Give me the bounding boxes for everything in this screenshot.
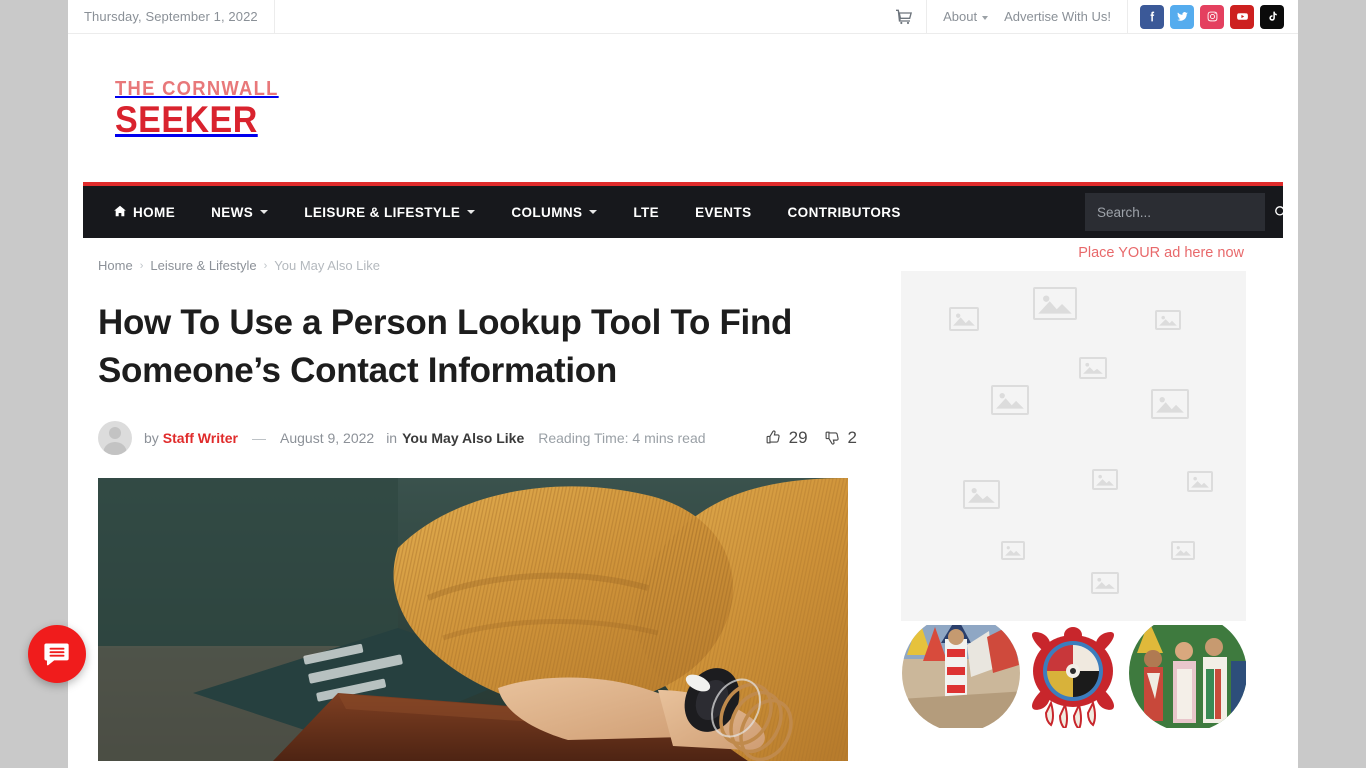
category-link[interactable]: You May Also Like <box>402 430 524 446</box>
chevron-down-icon <box>260 210 269 214</box>
nav-item-lte[interactable]: LTE <box>615 186 677 238</box>
nav-item-label: NEWS <box>211 204 254 220</box>
navigation-wrapper: HOME NEWS LEISURE & LIFESTYLE COLUMNS LT… <box>68 182 1298 238</box>
broken-image-icon <box>1187 471 1213 492</box>
broken-image-icon <box>963 480 1000 509</box>
dislike-count: 2 <box>847 427 857 447</box>
topbar-link-about[interactable]: About <box>943 9 989 24</box>
publish-date: August 9, 2022 <box>280 429 375 446</box>
main-navigation: HOME NEWS LEISURE & LIFESTYLE COLUMNS LT… <box>83 182 1287 238</box>
instagram-icon <box>1207 11 1217 22</box>
broken-image-icon <box>991 385 1029 415</box>
search-box <box>1085 193 1287 231</box>
topbar-middle <box>275 0 928 33</box>
main-column: Home › Leisure & Lifestyle › You May Als… <box>83 238 873 761</box>
ad-label: Place YOUR ad here now <box>1078 245 1244 261</box>
tiktok-icon <box>1268 11 1277 21</box>
nav-item-home[interactable]: HOME <box>83 186 193 238</box>
author-link[interactable]: Staff Writer <box>163 430 238 446</box>
byline-prefix: by <box>144 429 159 446</box>
nav-items: HOME NEWS LEISURE & LIFESTYLE COLUMNS LT… <box>83 186 919 238</box>
banner-ad-graphic <box>901 625 1246 728</box>
category-prefix: in <box>386 429 398 446</box>
sidebar: Place YOUR ad here now <box>901 238 1246 761</box>
topbar-link-label: About <box>943 9 978 24</box>
search-icon <box>1275 206 1287 218</box>
breadcrumb-item-current: You May Also Like <box>274 258 381 273</box>
current-date: Thursday, September 1, 2022 <box>68 0 275 33</box>
broken-image-icon <box>1151 389 1189 419</box>
social-tiktok[interactable] <box>1260 4 1284 29</box>
social-links <box>1128 0 1298 33</box>
page-title: How To Use a Person Lookup Tool To Find … <box>98 303 793 391</box>
social-instagram[interactable] <box>1200 4 1224 29</box>
chat-widget-button[interactable] <box>28 625 86 683</box>
breadcrumb-separator: › <box>263 259 268 272</box>
social-youtube[interactable] <box>1230 4 1254 29</box>
broken-image-icon <box>1001 541 1025 560</box>
twitter-icon <box>1176 12 1188 21</box>
logo-line-2: SEEKER <box>115 98 258 140</box>
shopping-cart-icon <box>896 9 913 24</box>
breadcrumb-separator: › <box>139 259 144 272</box>
article-meta: by Staff Writer — August 9, 2022 in You … <box>98 420 873 456</box>
breadcrumb-item-home[interactable]: Home <box>98 258 133 273</box>
site-header: THE CORNWALL SEEKER <box>68 34 1298 182</box>
search-submit-button[interactable] <box>1274 205 1288 219</box>
nav-item-label: LEISURE & LIFESTYLE <box>304 204 461 220</box>
avatar <box>98 420 132 455</box>
site-logo[interactable]: THE CORNWALL SEEKER <box>115 79 293 138</box>
broken-image-icon <box>949 307 979 331</box>
cart-link[interactable] <box>896 9 913 25</box>
social-twitter[interactable] <box>1170 4 1194 29</box>
nav-item-label: LTE <box>633 204 660 220</box>
nav-item-contributors[interactable]: CONTRIBUTORS <box>770 186 919 238</box>
social-facebook[interactable] <box>1140 4 1164 29</box>
like-count: 29 <box>788 427 808 447</box>
content-area: Home › Leisure & Lifestyle › You May Als… <box>68 238 1298 761</box>
search-input[interactable] <box>1097 204 1274 220</box>
broken-image-icon <box>1079 357 1107 379</box>
nav-item-label: EVENTS <box>695 204 752 220</box>
chat-bubble-icon <box>44 643 69 666</box>
advertisement-box[interactable] <box>901 271 1246 621</box>
topbar-link-advertise[interactable]: Advertise With Us! <box>1004 9 1111 24</box>
nav-item-columns[interactable]: COLUMNS <box>493 186 615 238</box>
nav-item-news[interactable]: NEWS <box>193 186 286 238</box>
reading-time: Reading Time: 4 mins read <box>538 429 706 446</box>
broken-image-icon <box>1033 287 1077 320</box>
broken-image-icon <box>1155 310 1181 330</box>
topbar-links: About Advertise With Us! <box>927 0 1128 33</box>
nav-item-label: CONTRIBUTORS <box>787 204 901 220</box>
dislike-button[interactable]: 2 <box>824 428 857 448</box>
thumbs-up-icon <box>766 430 780 444</box>
like-button[interactable]: 29 <box>765 428 808 448</box>
nav-item-label: HOME <box>133 204 176 220</box>
chevron-down-icon <box>589 210 598 214</box>
broken-image-icon <box>1171 541 1195 560</box>
home-icon <box>114 205 126 217</box>
logo-line-1: THE CORNWALL <box>115 77 279 100</box>
broken-image-icon <box>1092 469 1118 490</box>
thumbs-down-icon <box>825 431 839 445</box>
top-bar: Thursday, September 1, 2022 About Advert… <box>68 0 1298 34</box>
breadcrumb: Home › Leisure & Lifestyle › You May Als… <box>98 238 873 273</box>
banner-advertisement[interactable] <box>901 625 1246 728</box>
chevron-down-icon <box>467 210 476 214</box>
page-container: Thursday, September 1, 2022 About Advert… <box>68 0 1298 768</box>
meta-dash: — <box>252 429 266 446</box>
nav-item-label: COLUMNS <box>511 204 583 220</box>
topbar-link-label: Advertise With Us! <box>1004 9 1111 24</box>
chevron-down-icon <box>982 15 989 20</box>
featured-image-graphic <box>98 477 848 761</box>
youtube-icon <box>1236 13 1248 20</box>
breadcrumb-item-leisure[interactable]: Leisure & Lifestyle <box>150 258 256 273</box>
broken-image-icon <box>1091 572 1119 594</box>
facebook-icon <box>1150 11 1154 22</box>
nav-item-leisure-lifestyle[interactable]: LEISURE & LIFESTYLE <box>286 186 493 238</box>
featured-image <box>98 477 848 761</box>
nav-item-events[interactable]: EVENTS <box>677 186 769 238</box>
reactions: 29 2 <box>765 428 873 448</box>
